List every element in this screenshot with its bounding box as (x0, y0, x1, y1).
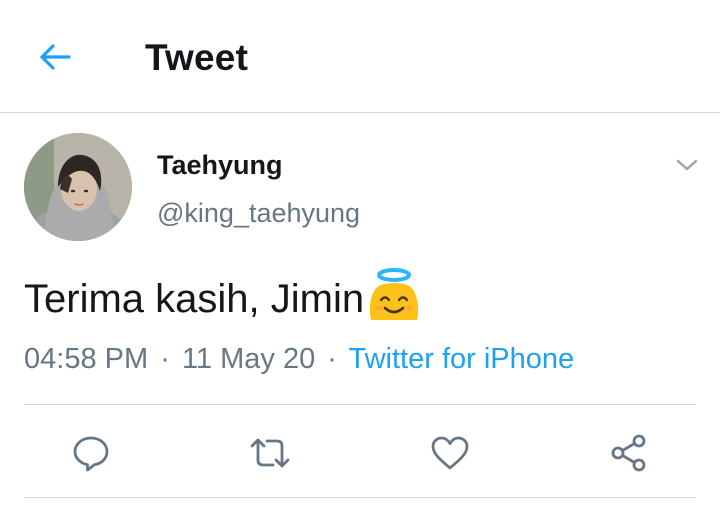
tweet-meta: 04:58 PM · 11 May 20 · Twitter for iPhon… (24, 343, 574, 376)
app-header: Tweet (0, 0, 720, 113)
avatar[interactable] (24, 133, 132, 241)
reply-button[interactable] (66, 428, 116, 478)
back-button[interactable] (30, 34, 80, 80)
retweet-button[interactable] (245, 428, 295, 478)
tweet-text: Terima kasih, Jimin (24, 276, 365, 321)
author-name[interactable]: Taehyung (157, 150, 283, 181)
profile-photo (24, 133, 132, 241)
retweet-icon (250, 438, 290, 468)
tweet-body: Terima kasih, Jimin (24, 268, 423, 324)
tweet-time: 04:58 PM (24, 343, 149, 375)
reply-icon (73, 436, 109, 472)
divider (24, 497, 696, 498)
meta-separator: · (327, 343, 337, 375)
arrow-left-icon (40, 44, 71, 70)
tweet-options-button[interactable] (670, 150, 704, 180)
page-title: Tweet (145, 37, 249, 78)
source-link[interactable]: Twitter for iPhone (348, 343, 574, 375)
share-icon (611, 434, 646, 472)
smiling-face-with-halo-emoji (365, 266, 423, 324)
tweet-date: 11 May 20 (181, 343, 316, 375)
author-handle[interactable]: @king_taehyung (157, 198, 360, 229)
meta-separator: · (160, 343, 170, 375)
chevron-down-icon (676, 159, 698, 171)
like-button[interactable] (425, 428, 475, 478)
divider (24, 404, 696, 405)
heart-icon (431, 436, 469, 470)
share-button[interactable] (604, 428, 654, 478)
